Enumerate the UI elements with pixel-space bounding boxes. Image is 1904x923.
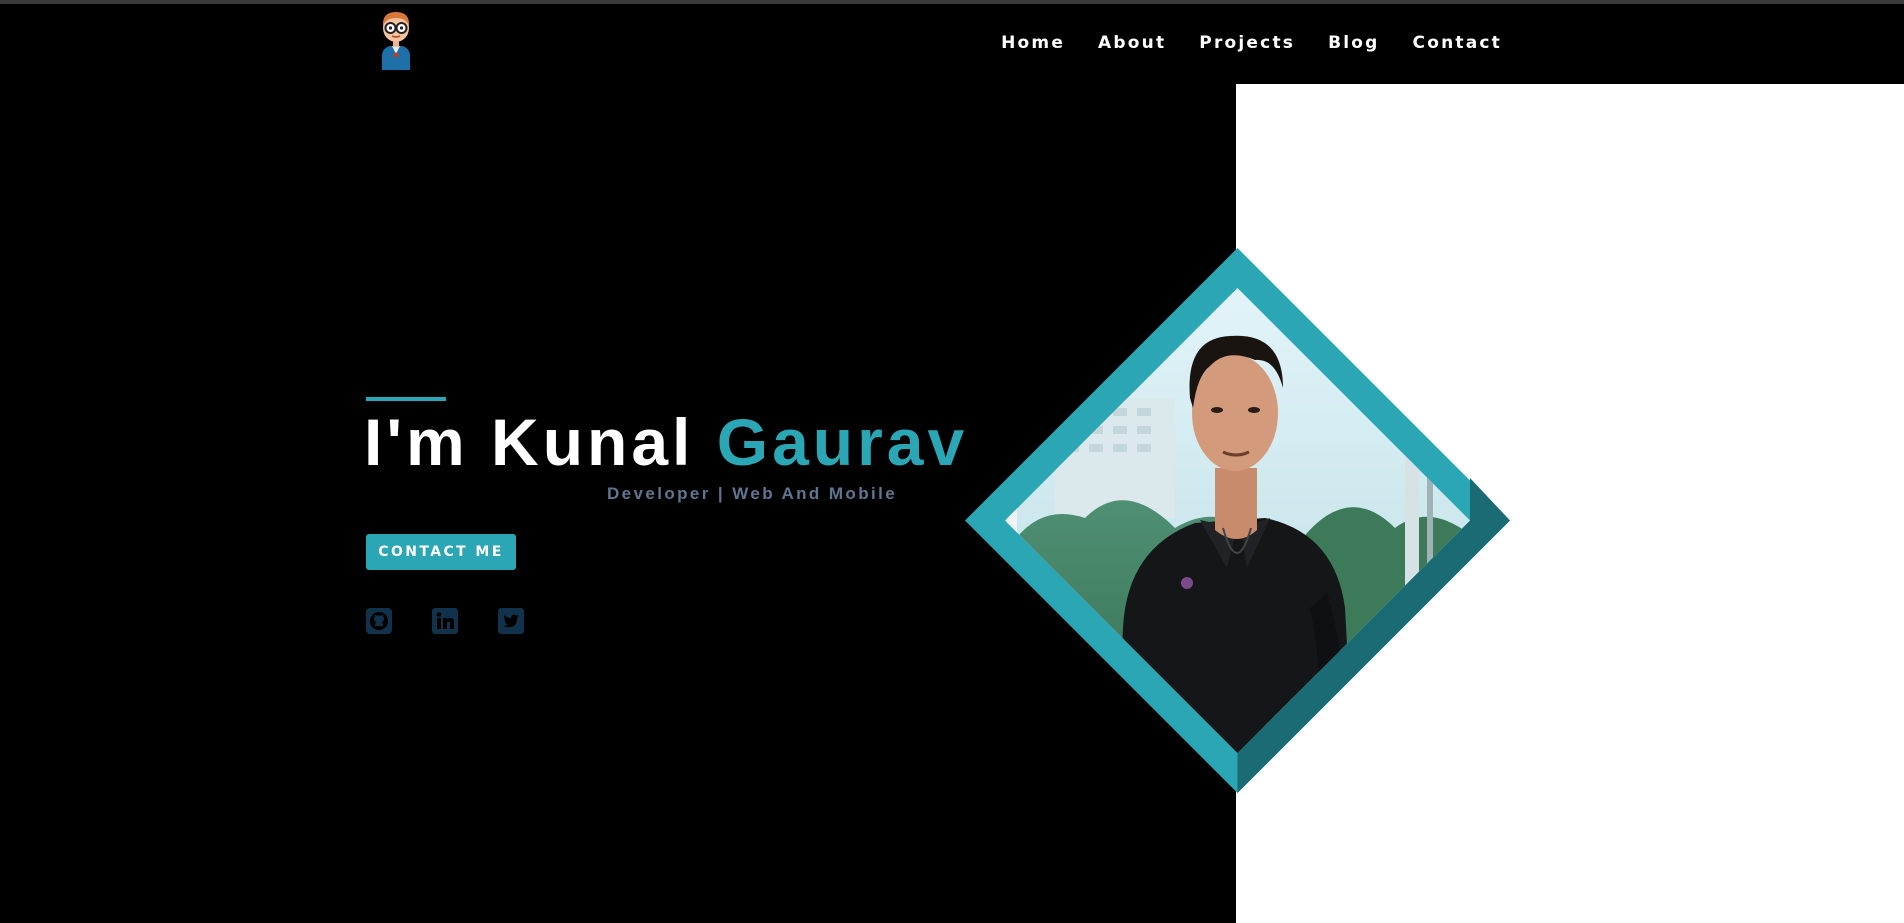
- hero-title-highlight: Gaurav: [716, 405, 969, 479]
- title-accent-line: [366, 397, 446, 401]
- hero-title: I'm Kunal Gaurav: [364, 404, 968, 480]
- top-border: [0, 0, 1904, 4]
- nav-home-link[interactable]: Home: [1001, 33, 1065, 53]
- profile-photo-frame: [965, 248, 1510, 793]
- logo-avatar-icon[interactable]: [376, 8, 416, 70]
- page: Home About Projects Blog Contact I'm Kun…: [0, 0, 1904, 923]
- nav-contact-link[interactable]: Contact: [1413, 33, 1502, 53]
- contact-me-button[interactable]: CONTACT ME: [366, 534, 516, 570]
- main-nav: Home About Projects Blog Contact: [1001, 33, 1502, 53]
- nav-blog-link[interactable]: Blog: [1328, 33, 1379, 53]
- linkedin-icon[interactable]: [432, 608, 458, 634]
- twitter-icon[interactable]: [498, 608, 524, 634]
- profile-photo: [965, 248, 1510, 793]
- nav-projects-link[interactable]: Projects: [1199, 33, 1295, 53]
- github-icon[interactable]: [366, 608, 392, 634]
- hero-subtitle: Developer | Web And Mobile: [607, 484, 898, 503]
- nav-about-link[interactable]: About: [1098, 33, 1166, 53]
- hero-title-prefix: I'm Kunal: [364, 405, 717, 479]
